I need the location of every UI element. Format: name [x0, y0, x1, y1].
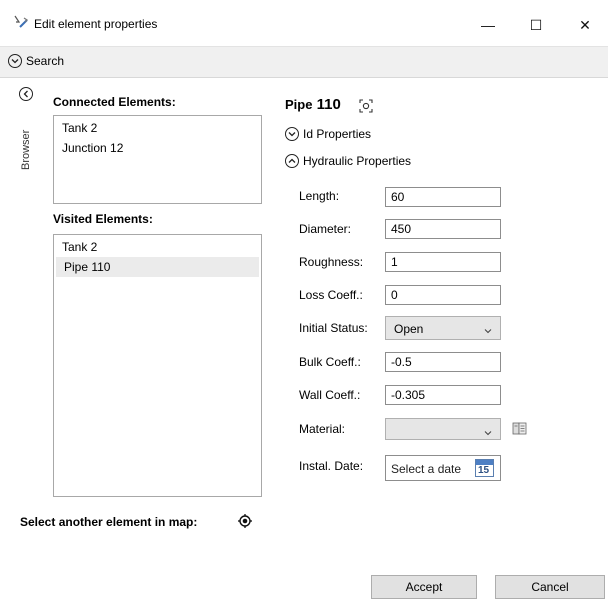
- id-properties-label: Id Properties: [303, 127, 372, 141]
- search-label: Search: [26, 54, 65, 68]
- length-input[interactable]: 60: [385, 187, 501, 207]
- material-label: Material:: [299, 422, 346, 436]
- connected-elements-title: Connected Elements:: [53, 95, 176, 109]
- element-type: Pipe: [285, 97, 313, 112]
- length-label: Length:: [299, 189, 340, 203]
- loss-coeff-label: Loss Coeff.:: [299, 288, 363, 302]
- select-in-map-label: Select another element in map:: [20, 515, 198, 529]
- element-id: 110: [316, 96, 341, 113]
- instal-date-placeholder: Select a date: [391, 462, 462, 476]
- title-bar: Edit element properties — ☐ ✕: [0, 0, 608, 46]
- connected-elements-list[interactable]: Tank 2 Junction 12: [53, 115, 262, 204]
- pick-element-button[interactable]: [238, 514, 252, 528]
- calendar-icon[interactable]: 15: [475, 459, 494, 477]
- browser-tab[interactable]: Browser: [20, 130, 32, 170]
- wall-coeff-label: Wall Coeff.:: [299, 388, 361, 402]
- initial-status-value: Open: [394, 322, 424, 336]
- id-properties-toggle[interactable]: Id Properties: [285, 127, 371, 141]
- bulk-coeff-label: Bulk Coeff.:: [299, 355, 361, 369]
- maximize-button[interactable]: ☐: [516, 10, 556, 40]
- chevron-down-icon: [285, 127, 299, 141]
- list-item[interactable]: Junction 12: [54, 138, 261, 158]
- catalog-icon: [512, 422, 527, 435]
- instal-date-label: Instal. Date:: [299, 459, 364, 473]
- minimize-button[interactable]: —: [468, 10, 508, 40]
- chevron-down-icon: [484, 425, 492, 439]
- close-icon: ✕: [579, 17, 591, 33]
- close-button[interactable]: ✕: [565, 10, 605, 40]
- initial-status-label: Initial Status:: [299, 321, 368, 335]
- app-icon: [13, 14, 29, 30]
- chevron-down-icon: [484, 323, 492, 337]
- wall-coeff-input[interactable]: -0.305: [385, 385, 501, 405]
- diameter-label: Diameter:: [299, 222, 352, 236]
- calendar-day: 15: [478, 465, 490, 476]
- material-catalog-button[interactable]: [511, 420, 529, 438]
- hydraulic-properties-label: Hydraulic Properties: [303, 154, 412, 168]
- focus-icon: [359, 99, 373, 113]
- maximize-icon: ☐: [529, 17, 543, 33]
- chevron-up-icon: [285, 154, 299, 168]
- list-item[interactable]: Tank 2: [54, 237, 261, 257]
- visited-elements-list[interactable]: Tank 2 Pipe 110: [53, 234, 262, 497]
- element-header: Pipe 110: [285, 96, 341, 113]
- list-item-selected[interactable]: Pipe 110: [56, 257, 259, 277]
- chevron-down-icon: [8, 54, 22, 68]
- material-select[interactable]: [385, 418, 501, 440]
- search-toggle[interactable]: Search: [8, 54, 64, 68]
- accept-button[interactable]: Accept: [371, 575, 477, 599]
- minimize-icon: —: [481, 17, 495, 33]
- collapse-browser-button[interactable]: [19, 87, 33, 101]
- cancel-button[interactable]: Cancel: [495, 575, 605, 599]
- visited-elements-title: Visited Elements:: [53, 212, 153, 226]
- list-item[interactable]: Tank 2: [54, 118, 261, 138]
- hydraulic-properties-toggle[interactable]: Hydraulic Properties: [285, 154, 411, 168]
- initial-status-select[interactable]: Open: [385, 316, 501, 340]
- instal-date-picker[interactable]: Select a date 15: [385, 455, 501, 481]
- diameter-input[interactable]: 450: [385, 219, 501, 239]
- bulk-coeff-input[interactable]: -0.5: [385, 352, 501, 372]
- loss-coeff-input[interactable]: 0: [385, 285, 501, 305]
- search-bar: Search: [0, 46, 608, 78]
- roughness-label: Roughness:: [299, 255, 364, 269]
- window-title: Edit element properties: [34, 17, 158, 31]
- roughness-input[interactable]: 1: [385, 252, 501, 272]
- target-icon: [238, 514, 252, 528]
- zoom-to-element-button[interactable]: [359, 99, 373, 113]
